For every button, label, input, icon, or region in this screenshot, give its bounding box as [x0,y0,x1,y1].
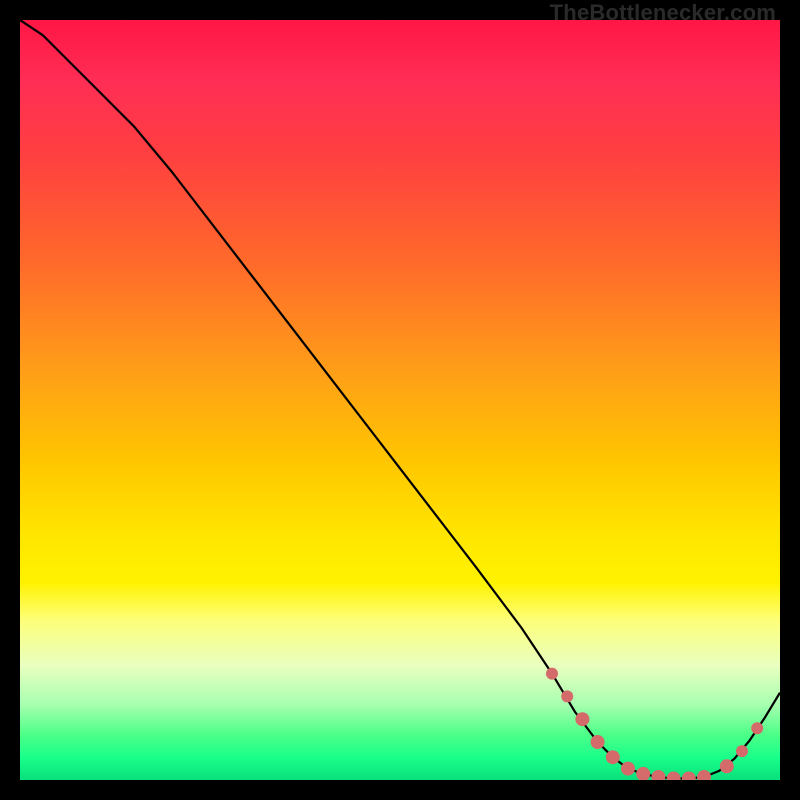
curve-marker [736,745,748,757]
curve-marker [751,722,763,734]
bottleneck-curve [20,20,780,779]
curve-marker [636,767,650,780]
curve-svg [20,20,780,780]
curve-marker [606,750,620,764]
curve-marker [575,712,589,726]
chart-frame: TheBottlenecker.com [0,0,800,800]
watermark-label: TheBottlenecker.com [550,0,776,26]
curve-marker [682,772,696,781]
curve-marker [651,770,665,780]
curve-marker [667,772,681,781]
curve-marker [561,690,573,702]
curve-marker [621,762,635,776]
curve-marker [591,735,605,749]
plot-area [20,20,780,780]
curve-marker [546,668,558,680]
curve-marker [697,770,711,780]
curve-marker [720,759,734,773]
